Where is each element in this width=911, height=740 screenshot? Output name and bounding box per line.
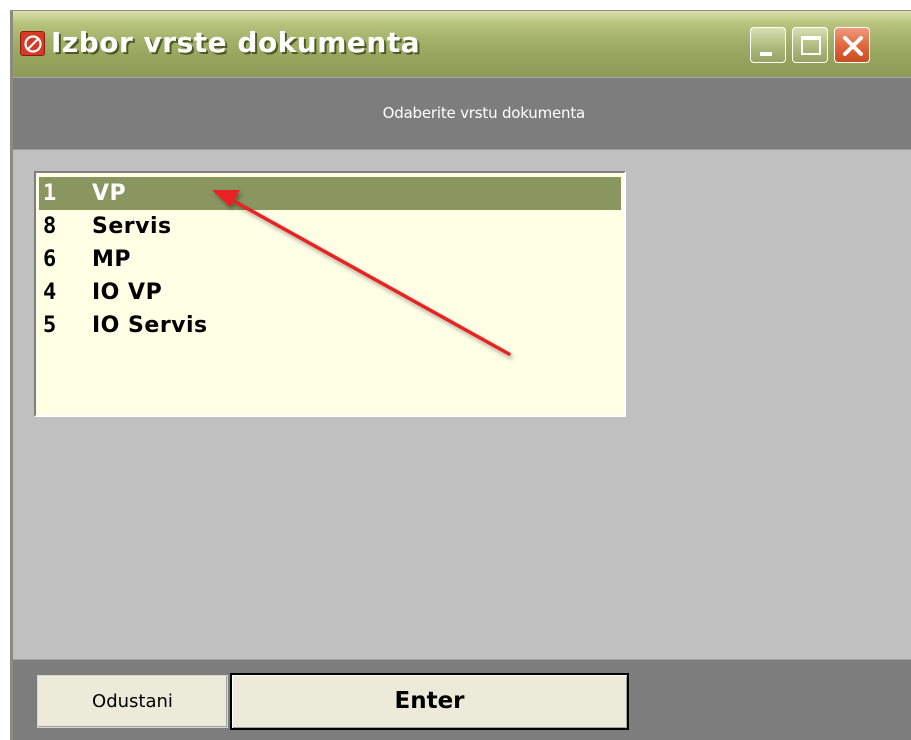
window-title: Izbor vrste dokumenta <box>51 26 421 59</box>
list-item[interactable]: 5 IO Servis <box>39 309 621 342</box>
list-item-name: VP <box>92 181 127 206</box>
list-item-code: 8 <box>43 214 57 239</box>
dialog-window: Izbor vrste dokumenta Odaberite vrstu do… <box>10 10 911 740</box>
list-item-name: MP <box>92 247 132 272</box>
title-bar[interactable]: Izbor vrste dokumenta <box>13 11 911 77</box>
app-logo-icon[interactable] <box>20 31 45 56</box>
maximize-icon <box>801 36 821 55</box>
list-item[interactable]: 4 IO VP <box>39 276 621 309</box>
document-type-list[interactable]: 1 VP 8 Servis 6 MP 4 IO VP 5 IO Servis <box>34 171 626 417</box>
list-item-code: 5 <box>43 313 57 338</box>
minimize-icon <box>760 52 772 56</box>
list-item-name: IO Servis <box>92 313 208 338</box>
list-item-code: 6 <box>43 247 57 272</box>
list-item-name: IO VP <box>92 280 163 305</box>
minimize-button[interactable] <box>750 27 786 63</box>
list-item[interactable]: 6 MP <box>39 243 621 276</box>
button-bar: Odustani Enter <box>13 659 911 740</box>
close-button[interactable] <box>834 27 870 63</box>
list-item-code: 1 <box>43 181 57 206</box>
maximize-button[interactable] <box>792 27 828 63</box>
list-item[interactable]: 8 Servis <box>39 210 621 243</box>
header-subtitle: Odaberite vrstu dokumenta <box>382 104 586 122</box>
close-icon <box>843 36 863 56</box>
header-strip: Odaberite vrstu dokumenta <box>13 77 911 150</box>
list-item-name: Servis <box>92 214 172 239</box>
cancel-button[interactable]: Odustani <box>37 675 228 728</box>
enter-button[interactable]: Enter <box>230 673 629 730</box>
list-item[interactable]: 1 VP <box>39 177 621 210</box>
list-item-code: 4 <box>43 280 57 305</box>
